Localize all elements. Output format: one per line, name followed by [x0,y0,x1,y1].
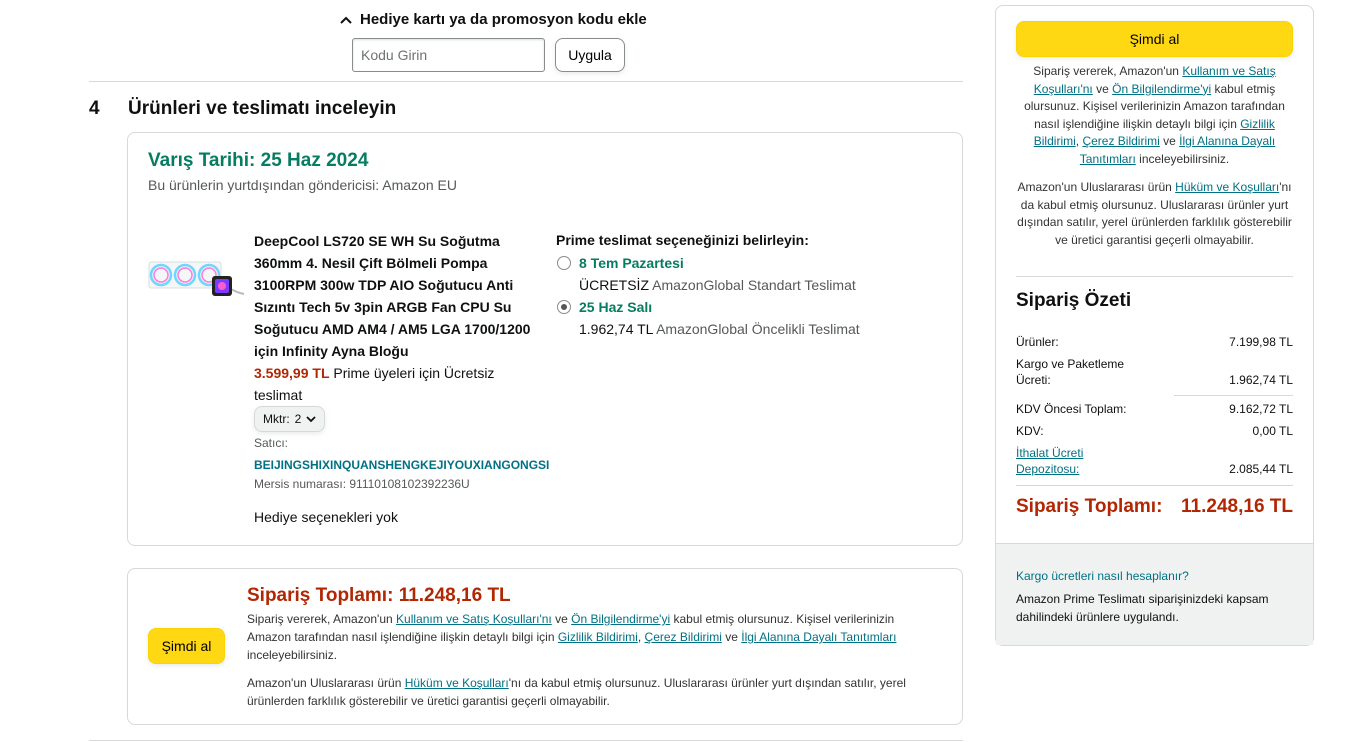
legal-text: ve [1163,134,1176,148]
legal-text: ve [725,630,738,644]
summary-row-import-deposit: İthalat Ücreti Depozitosu: 2.085,44 TL [1016,445,1293,477]
legal-text: Sipariş vererek, Amazon'un [247,612,393,626]
import-deposit-link[interactable]: İthalat Ücreti Depozitosu: [1016,445,1116,477]
order-total-side: Sipariş Toplamı: 11.248,16 TL [1016,496,1293,518]
quantity-value: 2 [294,412,302,426]
order-total-label: Sipariş Toplamı: [247,585,394,606]
divider [1174,395,1293,396]
summary-label: Kargo ve Paketleme Ücreti: [1016,357,1125,387]
product-title[interactable]: DeepCool LS720 SE WH Su Soğutma 360mm 4.… [254,230,544,362]
divider [1016,485,1293,486]
order-total-value: 11.248,16 TL [398,585,511,606]
summary-label: Ürünler: [1016,335,1059,349]
delivery-option-priority[interactable]: 25 Haz Salı 1.962,74 TL AmazonGlobal Önc… [557,296,860,340]
seller-name-link[interactable]: BEIJINGSHIXINQUANSHENGKEJIYOUXIANGONGSI [254,458,549,472]
terms-link[interactable]: Kullanım ve Satış Koşulları'nı [396,612,552,626]
summary-label: KDV Öncesi Toplam: [1016,402,1127,416]
legal-text: , [1075,134,1080,148]
quantity-dropdown[interactable]: Mktr: 2 [254,406,326,432]
summary-row-shipping: Kargo ve Paketleme Ücreti: 1.962,74 TL [1016,356,1293,388]
delivery-option-standard[interactable]: 8 Tem Pazartesi ÜCRETSİZ AmazonGlobal St… [557,252,856,296]
radio-standard[interactable] [557,256,571,270]
mersis-value: 91110108102392236U [349,477,470,491]
intl-legal-text-bottom: Amazon'un Uluslararası ürün Hüküm ve Koş… [247,674,927,710]
option-title: 8 Tem Pazartesi [579,255,684,271]
chevron-down-icon [306,412,316,426]
prime-note: Amazon Prime Teslimatı siparişinizdeki k… [1016,592,1269,624]
delivery-date: Varış Tarihi: 25 Haz 2024 [148,150,369,171]
legal-text: Amazon'un Uluslararası ürün [1017,180,1172,194]
step-number: 4 [89,98,100,119]
privacy-link[interactable]: Gizlilik Bildirimi [558,630,638,644]
legal-text: , [637,630,642,644]
summary-value: 9.162,72 TL [1229,402,1293,416]
legal-text: ve [1096,81,1109,96]
mersis-number: Mersis numarası: 91110108102392236U [254,477,470,491]
gift-options: Hediye seçenekleri yok [254,509,398,525]
prime-heading: Prime teslimat seçeneğinizi belirleyin: [556,232,809,248]
apply-promo-button[interactable]: Uygula [555,38,625,72]
divider [89,81,963,82]
shipper-info: Bu ürünlerin yurtdışından göndericisi: A… [148,177,457,193]
buy-now-button[interactable]: Şimdi al [1016,21,1293,57]
summary-row-vat: KDV: 0,00 TL [1016,423,1293,439]
summary-value: 2.085,44 TL [1229,462,1293,476]
product-price: 3.599,99 TL [254,365,330,381]
promo-toggle-label: Hediye kartı ya da promosyon kodu ekle [360,11,647,28]
quantity-label: Mktr: [263,412,290,426]
option-price: 1.962,74 TL [579,321,653,337]
product-image[interactable] [148,258,246,300]
intl-legal-text-side: Amazon'un Uluslararası ürün Hüküm ve Koş… [1016,179,1293,249]
promo-toggle[interactable]: Hediye kartı ya da promosyon kodu ekle [338,11,647,28]
summary-value: 7.199,98 TL [1229,335,1293,349]
step-title: Ürünleri ve teslimatı inceleyin [128,98,397,119]
shipping-cost-info-link[interactable]: Kargo ücretleri nasıl hesaplanır? [1016,569,1189,583]
summary-value: 1.962,74 TL [1229,373,1293,387]
legal-text: inceleyebilirsiniz. [1139,151,1230,166]
legal-text: ve [555,612,568,626]
cookie-link[interactable]: Çerez Bildirimi [1082,134,1159,148]
intl-terms-link[interactable]: Hüküm ve Koşulları [1175,180,1279,194]
preinfo-link[interactable]: Ön Bilgilendirme'yi [1112,82,1211,96]
mersis-label: Mersis numarası: [254,477,347,491]
summary-label: KDV: [1016,424,1044,438]
buy-now-button-bottom[interactable]: Şimdi al [148,628,225,664]
summary-row-items: Ürünler: 7.199,98 TL [1016,334,1293,350]
preinfo-link[interactable]: Ön Bilgilendirme'yi [571,612,670,626]
divider [1016,276,1293,277]
legal-text: inceleyebilirsiniz. [247,648,338,662]
legal-text: Sipariş vererek, Amazon'un [1033,64,1179,78]
ads-link[interactable]: İlgi Alanına Dayalı Tanıtımları [741,630,896,644]
divider [89,740,963,741]
cookie-link[interactable]: Çerez Bildirimi [645,630,722,644]
seller-label: Satıcı: [254,436,289,450]
promo-code-input[interactable] [352,38,545,72]
option-service: AmazonGlobal Öncelikli Teslimat [656,321,860,337]
order-total-bottom: Sipariş Toplamı: 11.248,16 TL [247,585,511,607]
summary-row-subtotal: KDV Öncesi Toplam: 9.162,72 TL [1016,401,1293,417]
summary-value: 0,00 TL [1252,424,1293,438]
option-service: AmazonGlobal Standart Teslimat [652,277,856,293]
option-price: ÜCRETSİZ [579,277,649,293]
order-summary-title: Sipariş Özeti [1016,290,1132,311]
legal-text: Amazon'un Uluslararası ürün [247,676,402,690]
radio-priority[interactable] [557,300,571,314]
product-price-line: 3.599,99 TL Prime üyeleri için Ücretsiz … [254,362,544,406]
legal-text-bottom: Sipariş vererek, Amazon'un Kullanım ve S… [247,610,927,664]
legal-text-side: Sipariş vererek, Amazon'un Kullanım ve S… [1016,63,1293,168]
order-total-label: Sipariş Toplamı: [1016,496,1163,517]
option-title: 25 Haz Salı [579,299,653,315]
order-total-value: 11.248,16 TL [1181,496,1293,517]
chevron-up-icon [338,13,354,27]
intl-terms-link[interactable]: Hüküm ve Koşulları [405,676,509,690]
